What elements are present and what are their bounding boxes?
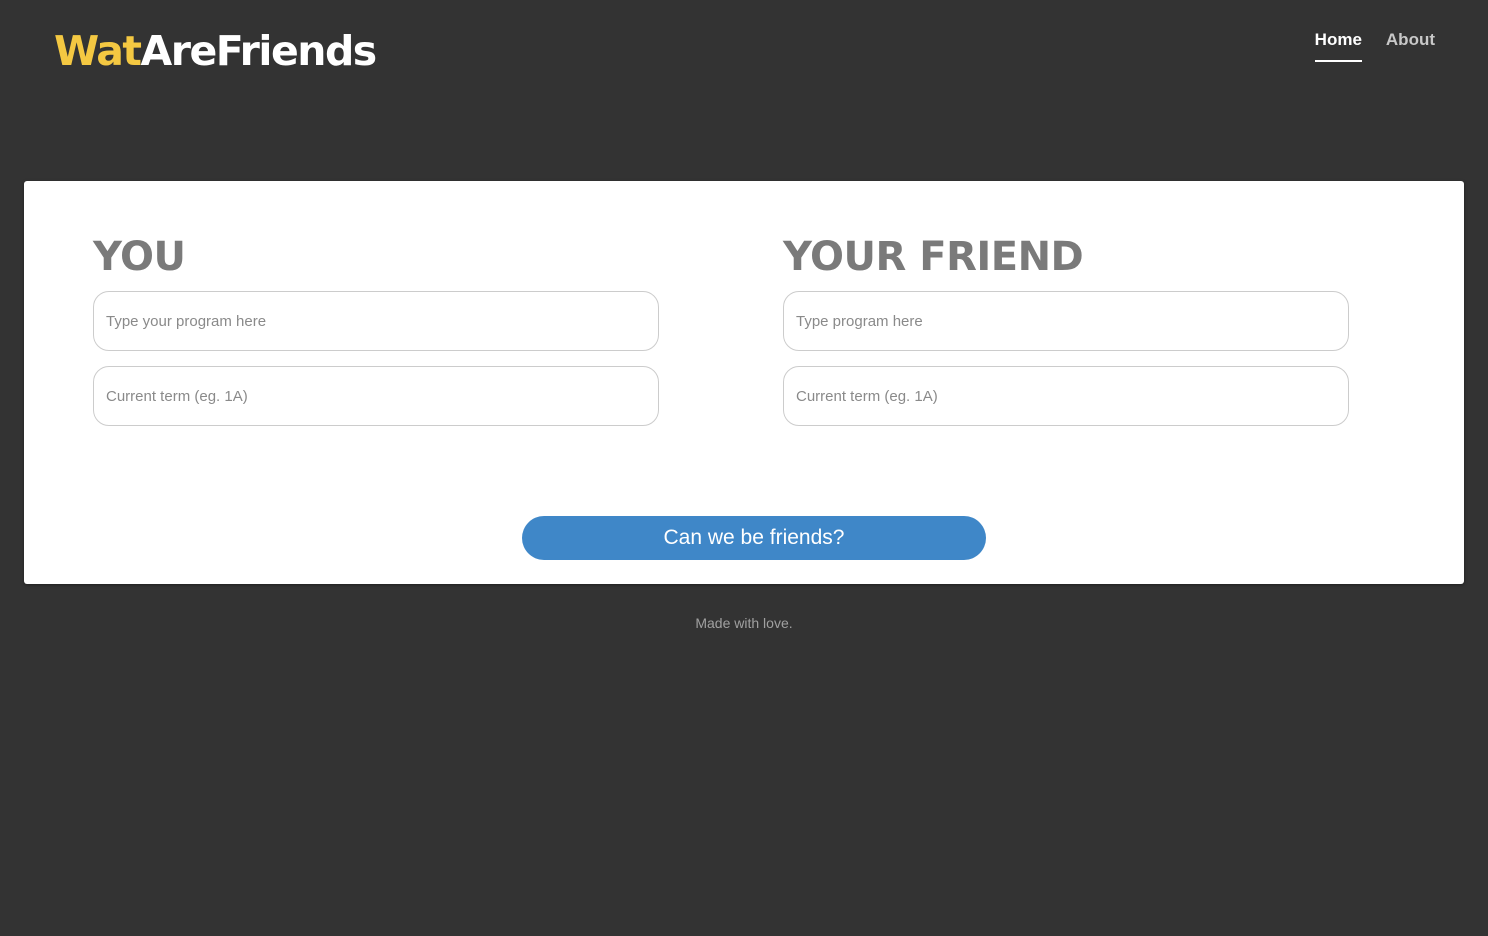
friend-form-card: YOU YOUR FRIEND Can we be friends? [24, 181, 1464, 584]
can-we-be-friends-button[interactable]: Can we be friends? [522, 516, 986, 560]
friend-term-input[interactable] [783, 366, 1349, 426]
nav-home-link[interactable]: Home [1314, 30, 1362, 62]
site-footer: Made with love. [0, 615, 1488, 631]
site-header: WatAreFriends Home About [0, 0, 1488, 110]
site-logo[interactable]: WatAreFriends [54, 26, 378, 76]
your-program-input[interactable] [93, 291, 659, 351]
you-heading: YOU [93, 234, 186, 280]
your-term-input[interactable] [93, 366, 659, 426]
nav-about-link[interactable]: About [1386, 30, 1435, 62]
main-nav: Home About [1314, 30, 1435, 62]
you-section: YOU [93, 231, 659, 441]
logo-accent-text: Wat [54, 27, 142, 75]
friend-program-input[interactable] [783, 291, 1349, 351]
friend-heading: YOUR FRIEND [783, 234, 1084, 280]
logo-main-text: AreFriends [140, 27, 378, 75]
page: WatAreFriends Home About YOU YOUR FRIEND… [0, 0, 1488, 936]
footer-text: Made with love. [695, 615, 793, 631]
friend-section: YOUR FRIEND [783, 231, 1349, 441]
